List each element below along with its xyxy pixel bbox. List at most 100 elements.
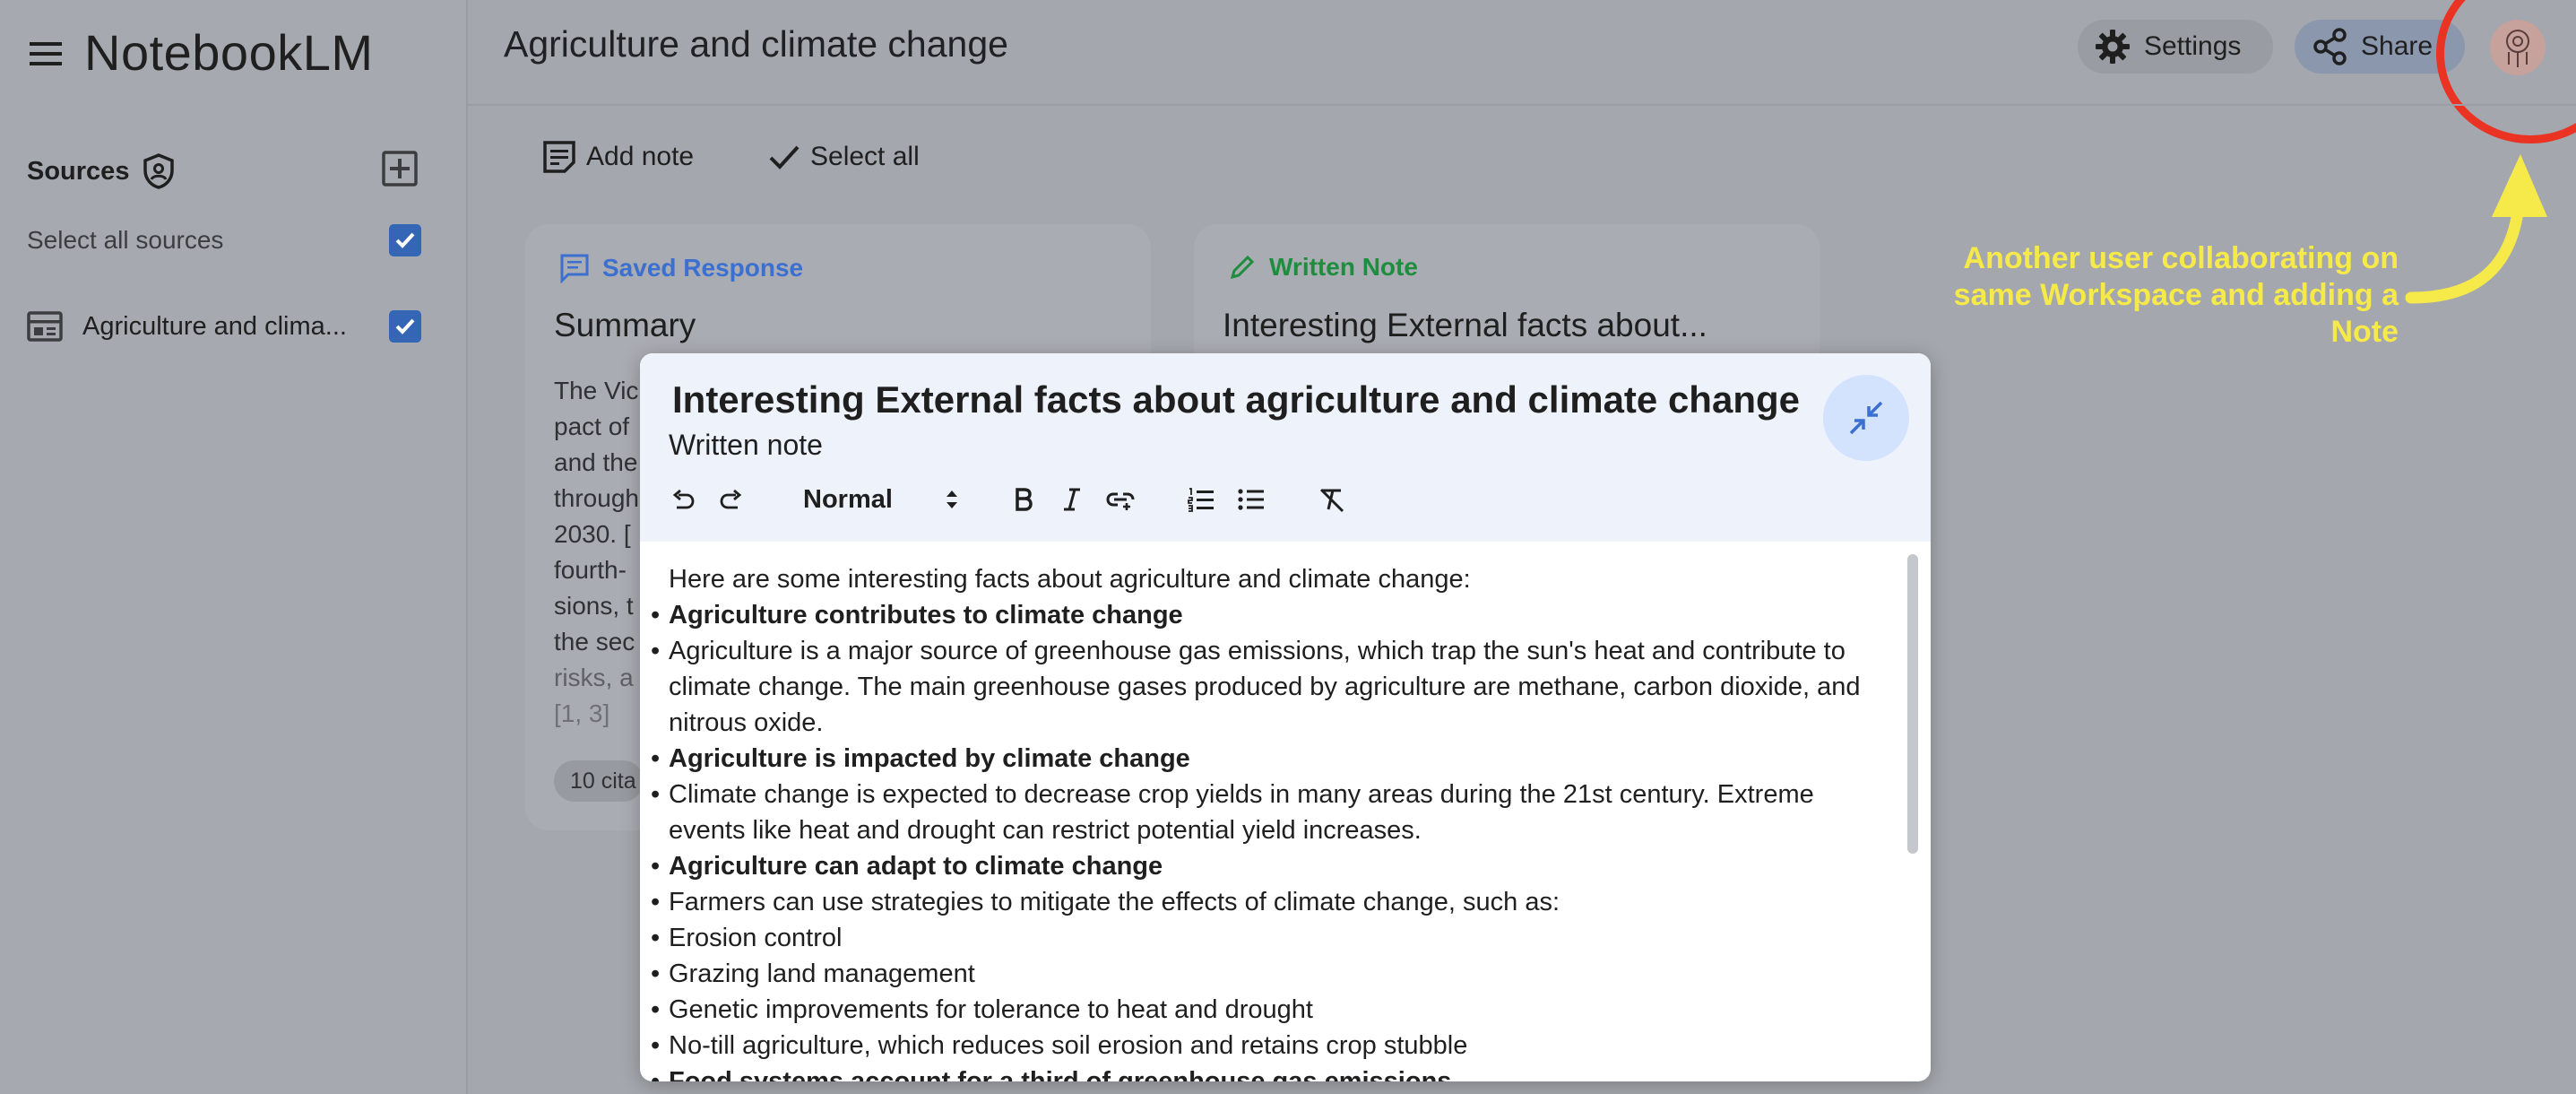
note-content[interactable]: Here are some interesting facts about ag… [651,561,1879,1081]
check-icon [769,145,800,169]
card-body-line: fourth- [554,556,627,584]
collapse-button[interactable] [1823,375,1909,461]
numbered-list-button[interactable] [1181,477,1221,522]
sub-list-item: Grazing land management [651,956,1879,992]
fact-heading: Agriculture can adapt to climate change [669,852,1163,881]
sub-list-item: Genetic improvements for tolerance to he… [651,992,1879,1028]
menu-button[interactable] [22,32,70,75]
hamburger-menu-icon [30,42,62,65]
notebook-title: Agriculture and climate change [504,23,1008,65]
sub-list-item: Erosion control [651,920,1879,956]
collapse-arrows-icon [1849,401,1883,435]
dialog-header: Interesting External facts about agricul… [640,353,1931,542]
card-body-line: sions, t [554,592,634,620]
card-body-line: through [554,484,639,512]
scrollbar[interactable] [1902,545,1923,1081]
dialog-subtitle: Written note [669,429,823,461]
bulleted-list-icon [1238,489,1264,510]
note-editor-dialog: Interesting External facts about agricul… [640,353,1931,1081]
card-body-line: [1, 3] [554,699,610,727]
list-item: Agriculture is a major source of greenho… [651,633,1879,741]
italic-button[interactable] [1052,477,1092,522]
source-checkbox[interactable] [389,310,421,343]
source-label: Agriculture and clima... [82,311,347,341]
pencil-icon [1230,255,1255,280]
settings-label: Settings [2144,31,2242,61]
citations-chip[interactable]: 10 cita [554,760,644,802]
add-source-button[interactable] [380,149,419,188]
editor-toolbar: Normal [658,477,1913,522]
bulleted-list-button[interactable] [1232,477,1271,522]
select-all-sources-checkbox[interactable] [389,224,421,256]
add-note-button[interactable]: Add note [541,135,694,179]
sidebar: NotebookLM Sources Select all sources Ag [0,0,468,1094]
card-body-line: pact of [554,412,630,440]
list-item: Agriculture contributes to climate chang… [651,597,1879,633]
card-type-tag: Written Note [1228,253,1418,282]
card-type-label: Saved Response [602,254,804,282]
note-intro: Here are some interesting facts about ag… [669,565,1471,594]
list-item: Agriculture can adapt to climate change [651,848,1879,884]
fact-heading: Agriculture is impacted by climate chang… [669,744,1190,773]
app-name: NotebookLM [84,24,374,81]
card-body-line: The Vic [554,377,639,404]
dialog-title[interactable]: Interesting External facts about agricul… [672,378,1800,421]
redo-button[interactable] [712,477,751,522]
share-icon [2313,28,2347,65]
header-divider [468,104,2576,106]
checkmark-icon [395,318,415,334]
select-all-sources-row: Select all sources [27,219,421,262]
text-style-value: Normal [803,484,893,514]
list-item: Farmers can use strategies to mitigate t… [651,884,1879,1064]
undo-button[interactable] [663,477,703,522]
card-body-line: 2030. [ [554,520,631,548]
scrollbar-thumb[interactable] [1907,554,1918,854]
add-box-icon [382,151,418,187]
shield-icon [143,153,175,189]
list-item: Climate change is expected to decrease c… [651,777,1879,848]
card-title: Interesting External facts about... [1223,307,1707,343]
list-item: Food systems account for a third of gree… [651,1064,1879,1081]
add-note-label: Add note [586,142,695,171]
select-all-sources-label: Select all sources [27,226,224,254]
numbered-list-icon [1188,488,1214,512]
card-body-line: risks, a [554,664,634,691]
fact-list: Agriculture contributes to climate chang… [651,597,1879,1081]
card-title: Summary [554,307,696,343]
fact-heading: Agriculture contributes to climate chang… [669,601,1183,629]
bold-button[interactable] [1004,477,1043,522]
gear-icon [2096,30,2130,64]
select-all-notes-label: Select all [810,142,920,171]
fact-heading: Food systems account for a third of gree… [669,1067,1452,1081]
add-note-icon [543,141,575,173]
link-button[interactable] [1101,477,1140,522]
highlight-circle [2436,0,2576,143]
annotation-arrow [2405,154,2547,304]
share-label: Share [2361,31,2433,61]
settings-button[interactable]: Settings [2078,20,2273,74]
document-source-icon [27,311,63,342]
bold-icon [1016,488,1033,511]
italic-icon [1064,488,1080,511]
strategy-list: Erosion control Grazing land management … [651,920,1879,1064]
link-icon [1106,492,1135,510]
card-body-line: and the [554,448,638,476]
card-type-tag: Saved Response [559,253,803,283]
text-style-select[interactable]: Normal [792,477,972,522]
sub-list-item: No-till agriculture, which reduces soil … [651,1028,1879,1064]
card-body: The Vic pact of and the through 2030. [ … [554,373,644,732]
collaboration-annotation: Another user collaborating on same Works… [1953,241,2399,349]
redo-icon [720,489,742,509]
sources-label: Sources [27,156,130,186]
source-item[interactable]: Agriculture and clima... [27,305,421,348]
select-all-notes-button[interactable]: Select all [767,135,920,179]
checkmark-icon [395,232,415,248]
sources-header: Sources [27,152,176,190]
card-body-line: the sec [554,628,635,656]
saved-response-icon [560,254,589,283]
clear-formatting-button[interactable] [1312,477,1352,522]
clear-formatting-icon [1319,488,1344,513]
card-type-label: Written Note [1269,253,1418,281]
fact-text: Farmers can use strategies to mitigate t… [669,888,1560,916]
select-arrows-icon [947,491,957,508]
